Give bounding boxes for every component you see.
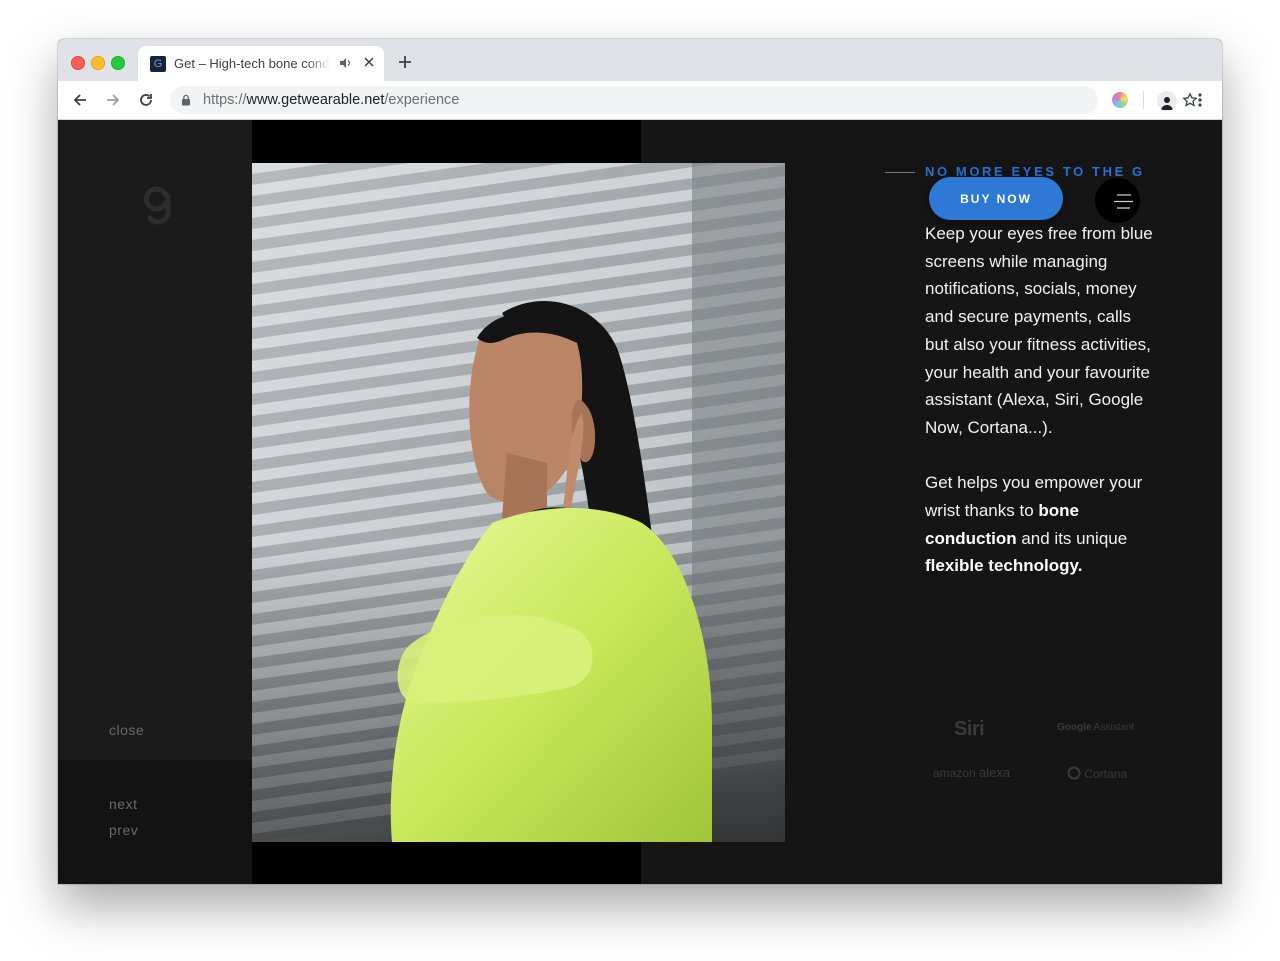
page-content: close next prev NO MORE EYES TO THE G BU… — [58, 120, 1222, 884]
menu-button[interactable] — [1095, 178, 1140, 223]
hamburger-icon — [1114, 194, 1133, 209]
extension-globe-icon[interactable] — [1112, 92, 1128, 108]
browser-window: G Get – High-tech bone conduction — [58, 39, 1222, 884]
eyebrow-rule — [885, 172, 915, 173]
hero-photo — [252, 163, 785, 842]
cortana-ring-icon — [1067, 766, 1081, 780]
cortana-logo: Cortana — [1067, 766, 1127, 781]
new-tab-plus-icon[interactable] — [397, 54, 413, 70]
google-assistant-logo: Google Assistant — [1057, 722, 1135, 733]
siri-logo: Siri — [954, 718, 985, 740]
get-logo-icon[interactable] — [138, 178, 178, 232]
description-paragraph-2: Get helps you empower your wrist thanks … — [925, 473, 1143, 576]
browser-toolbar: https://www.getwearable.net/experience — [58, 81, 1222, 120]
toolbar-divider — [1143, 91, 1144, 109]
maximize-window-button[interactable] — [111, 56, 125, 70]
tab-title: Get – High-tech bone conduction — [174, 56, 330, 71]
left-panel: close — [58, 120, 252, 760]
amazon-alexa-logo: amazon alexa — [933, 765, 1011, 780]
reload-icon[interactable] — [138, 92, 154, 108]
left-pagination: next prev — [58, 760, 252, 884]
lock-icon[interactable] — [180, 94, 192, 106]
speaker-audio-icon[interactable] — [338, 56, 352, 70]
close-window-button[interactable] — [71, 56, 85, 70]
tab-bar: G Get – High-tech bone conduction — [58, 39, 1222, 81]
description-paragraph-1: Keep your eyes free from blue screens wh… — [925, 224, 1153, 437]
person-icon — [1161, 97, 1173, 110]
back-arrow-icon[interactable] — [72, 92, 88, 108]
minimize-window-button[interactable] — [91, 56, 105, 70]
profile-avatar[interactable] — [1157, 91, 1177, 111]
close-tab-icon[interactable] — [362, 55, 376, 69]
prev-link[interactable]: prev — [109, 822, 138, 838]
buy-now-button[interactable]: BUY NOW — [929, 177, 1063, 220]
forward-arrow-icon[interactable] — [105, 92, 121, 108]
next-link[interactable]: next — [109, 796, 137, 812]
address-bar[interactable]: https://www.getwearable.net/experience — [170, 86, 1198, 114]
site-favicon-icon: G — [150, 56, 166, 72]
woman-listening-photo — [252, 163, 785, 842]
more-menu-icon[interactable] — [1192, 92, 1208, 108]
browser-tab[interactable]: G Get – High-tech bone conduction — [138, 46, 384, 81]
description-text: Keep your eyes free from blue screens wh… — [925, 220, 1155, 608]
url-text: https://www.getwearable.net/experience — [203, 92, 460, 108]
close-link[interactable]: close — [109, 722, 144, 738]
